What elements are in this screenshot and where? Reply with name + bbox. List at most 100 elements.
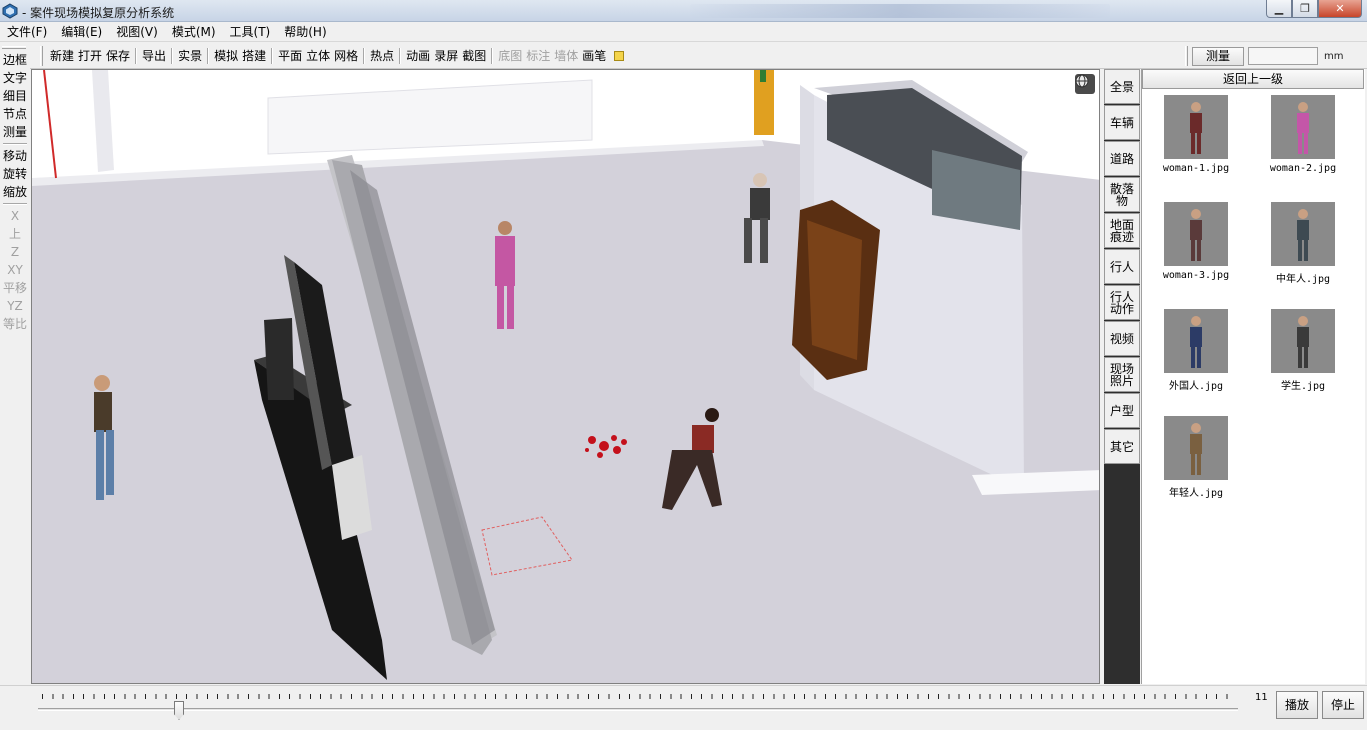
toolbar-button[interactable]: 截图 [460,43,488,69]
thumbnail-image [1164,95,1228,159]
gallery-item[interactable]: woman-3.jpg [1146,202,1246,281]
category-tab[interactable]: 车辆 [1104,105,1140,140]
toolbar-button[interactable]: 画笔 [580,43,608,69]
toolbar-button[interactable]: 墙体 [552,43,580,69]
toolbar-separator [135,48,138,64]
toolbar-grip[interactable] [1185,46,1188,66]
person-figure-icon [1297,316,1309,368]
left-toolbar-button[interactable]: XY [0,261,30,279]
animation-timeline: 11 播放 停止 [0,685,1367,730]
toolbar-grip[interactable] [2,46,26,49]
category-tab[interactable]: 户型 [1104,393,1140,428]
toolbar-button[interactable]: 搭建 [240,43,268,69]
toolbar-button[interactable]: 网格 [332,43,360,69]
minimize-button[interactable]: ▁ [1266,0,1292,18]
toolbar-separator [3,203,27,205]
category-tab[interactable]: 视频 [1104,321,1140,356]
maximize-button[interactable]: ❐ [1292,0,1318,18]
toolbar-separator [3,143,27,145]
timeline-track[interactable] [38,708,1238,711]
toolbar-button[interactable]: 标注 [524,43,552,69]
toolbar-button[interactable]: 导出 [140,43,168,69]
timeline-slider-handle[interactable] [174,701,184,720]
gallery-item[interactable]: woman-2.jpg [1253,95,1353,174]
toolbar-button[interactable]: 热点 [368,43,396,69]
toolbar-separator [271,48,274,64]
thumbnail-label: 年轻人.jpg [1168,488,1224,499]
left-toolbar-button[interactable]: 细目 [0,87,30,105]
window-title: - 案件现场模拟复原分析系统 [22,6,175,20]
measure-value-input[interactable] [1248,47,1318,65]
thumbnail-label: 中年人.jpg [1275,274,1331,285]
toolbar-grip[interactable] [40,46,43,66]
toolbar-button[interactable]: 底图 [496,43,524,69]
thumbnail-image [1164,202,1228,266]
category-tab[interactable]: 地面 痕迹 [1104,213,1140,248]
stop-button[interactable]: 停止 [1322,691,1364,719]
gallery-item[interactable]: 外国人.jpg [1146,309,1246,392]
person-figure-icon [1190,316,1202,368]
menu-help[interactable]: 帮助(H) [277,22,333,41]
gallery-item[interactable]: 年轻人.jpg [1146,416,1246,499]
toolbar-separator [399,48,402,64]
left-toolbar-button[interactable]: Z [0,243,30,261]
app-icon [2,3,18,19]
globe-icon[interactable] [1075,74,1095,94]
category-tab[interactable]: 其它 [1104,429,1140,464]
toolbar-button[interactable]: 模拟 [212,43,240,69]
toolbar-button[interactable]: 平面 [276,43,304,69]
gallery-item[interactable]: 中年人.jpg [1253,202,1353,285]
toolbar-button[interactable]: 立体 [304,43,332,69]
category-tab[interactable]: 行人 [1104,249,1140,284]
thumbnail-image [1271,95,1335,159]
left-toolbar-button[interactable]: 平移 [0,279,30,297]
left-toolbar-button[interactable]: 边框 [0,51,30,69]
menu-file[interactable]: 文件(F) [0,22,54,41]
left-toolbar-button[interactable]: 上 [0,225,30,243]
toolbar-button[interactable]: 动画 [404,43,432,69]
left-toolbar-button[interactable]: 节点 [0,105,30,123]
person-figure-icon [1190,102,1202,154]
title-bar: - 案件现场模拟复原分析系统 ▁ ❐ ✕ [0,0,1367,22]
measure-button[interactable]: 测量 [1192,46,1244,66]
left-toolbar-button[interactable]: 移动 [0,147,30,165]
menu-edit[interactable]: 编辑(E) [54,22,109,41]
toolbar-button[interactable]: 保存 [104,43,132,69]
category-tab[interactable]: 全景 [1104,69,1140,104]
person-figure-icon [1190,423,1202,475]
toolbar-button[interactable]: 打开 [76,43,104,69]
left-toolbar-button[interactable]: 测量 [0,123,30,141]
menu-view[interactable]: 视图(V) [109,22,165,41]
thumbnail-image [1164,416,1228,480]
close-button[interactable]: ✕ [1318,0,1362,18]
note-icon[interactable] [614,51,625,61]
toolbar-button[interactable]: 新建 [48,43,76,69]
toolbar-separator [491,48,494,64]
left-toolbar-button[interactable]: 缩放 [0,183,30,201]
toolbar-separator [363,48,366,64]
left-toolbar-button[interactable]: YZ [0,297,30,315]
category-tab[interactable]: 道路 [1104,141,1140,176]
gallery-item[interactable]: woman-1.jpg [1146,95,1246,174]
toolbar-button[interactable]: 实景 [176,43,204,69]
background-window-blur [690,4,1110,18]
3d-scene-viewport[interactable] [31,69,1100,684]
timeline-ticks [42,694,1237,699]
menu-mode[interactable]: 模式(M) [165,22,223,41]
left-toolbar-button[interactable]: 等比 [0,315,30,333]
frame-count: 11 [1255,692,1268,703]
category-tab[interactable]: 现场 照片 [1104,357,1140,392]
play-button[interactable]: 播放 [1276,691,1318,719]
gallery-item[interactable]: 学生.jpg [1253,309,1353,392]
menu-bar: 文件(F) 编辑(E) 视图(V) 模式(M) 工具(T) 帮助(H) [0,22,1367,42]
left-toolbar-button[interactable]: X [0,207,30,225]
menu-tools[interactable]: 工具(T) [223,22,278,41]
back-button[interactable]: 返回上一级 [1142,69,1364,89]
toolbar-button[interactable]: 录屏 [432,43,460,69]
category-tab[interactable]: 散落 物 [1104,177,1140,212]
left-toolbar-button[interactable]: 旋转 [0,165,30,183]
left-toolbar-button[interactable]: 文字 [0,69,30,87]
thumbnail-label: woman-2.jpg [1269,163,1337,174]
thumbnail-label: 外国人.jpg [1168,381,1224,392]
category-tab[interactable]: 行人 动作 [1104,285,1140,320]
